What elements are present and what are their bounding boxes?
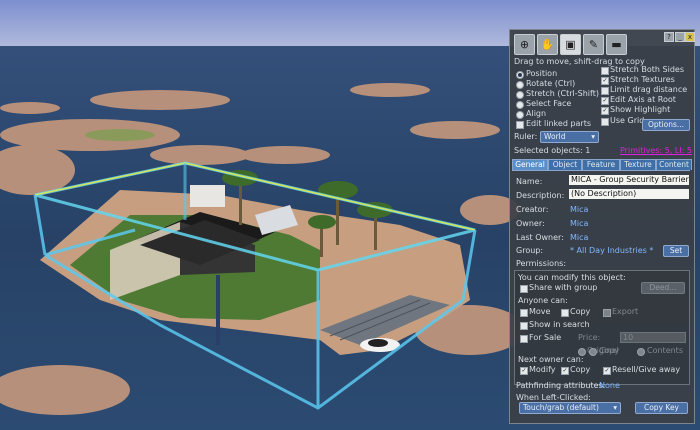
- group-link[interactable]: * All Day Industries *: [570, 246, 653, 255]
- for-sale-checkbox[interactable]: [520, 335, 528, 343]
- mode-rotate-radio[interactable]: [516, 81, 524, 89]
- mode-position-label: Position: [526, 69, 558, 78]
- owner-label: Owner:: [516, 219, 545, 228]
- tab-texture[interactable]: Texture: [620, 159, 656, 170]
- edit-axis-root-label: Edit Axis at Root: [610, 95, 676, 104]
- creator-link[interactable]: Mica: [570, 205, 588, 214]
- mode-select-face-label: Select Face: [526, 99, 572, 108]
- stretch-both-sides-checkbox[interactable]: [601, 67, 609, 75]
- description-field[interactable]: (No Description): [569, 189, 689, 199]
- name-label: Name:: [516, 177, 543, 186]
- small-hut: [190, 185, 225, 207]
- stretch-both-sides-label: Stretch Both Sides: [610, 65, 684, 74]
- show-in-search-label: Show in search: [529, 320, 590, 329]
- next-modify-label: Modify: [529, 365, 556, 374]
- tab-feature[interactable]: Feature: [582, 159, 620, 170]
- creator-label: Creator:: [516, 205, 549, 214]
- build-tools-floater: ⊕ ✋ ▣ ✎ ▬ ? _ x Drag to move, shift-drag…: [509, 29, 695, 424]
- tab-object[interactable]: Object: [548, 159, 582, 170]
- price-label: Price:: [578, 333, 601, 342]
- share-with-group-label: Share with group: [529, 283, 598, 292]
- stretch-textures-label: Stretch Textures: [610, 75, 675, 84]
- sale-contents-radio[interactable]: [637, 348, 645, 356]
- next-copy-checkbox[interactable]: ✓: [561, 367, 569, 375]
- tab-content[interactable]: Content: [656, 159, 692, 170]
- click-action-dropdown[interactable]: Touch/grab (default) ▾: [519, 402, 621, 414]
- can-modify-text: You can modify this object:: [518, 273, 626, 282]
- island-grass: [85, 129, 155, 141]
- create-wand-icon[interactable]: ✎: [583, 34, 604, 55]
- price-field[interactable]: 10: [620, 332, 686, 343]
- use-grid-checkbox[interactable]: [601, 118, 609, 126]
- tab-general[interactable]: General: [512, 159, 548, 170]
- anyone-export-checkbox[interactable]: [603, 309, 611, 317]
- anyone-copy-checkbox[interactable]: [561, 309, 569, 317]
- deed-button[interactable]: Deed...: [641, 282, 685, 294]
- name-field[interactable]: MICA - Group Security Barrier: [569, 175, 689, 185]
- lamp-post: [216, 275, 220, 345]
- show-highlight-checkbox[interactable]: ✓: [601, 107, 609, 115]
- land-bulldozer-icon[interactable]: ▬: [606, 34, 627, 55]
- stretch-textures-checkbox[interactable]: ✓: [601, 77, 609, 85]
- description-label: Description:: [516, 191, 565, 200]
- show-highlight-label: Show Highlight: [610, 105, 671, 114]
- mode-select-face-radio[interactable]: [516, 101, 524, 109]
- mode-align-radio[interactable]: [516, 111, 524, 119]
- edit-axis-root-checkbox[interactable]: ✓: [601, 97, 609, 105]
- copy-key-button[interactable]: Copy Key: [635, 402, 688, 414]
- edit-linked-checkbox[interactable]: [516, 121, 524, 129]
- permissions-label: Permissions:: [516, 259, 567, 268]
- pathfinding-value: None: [599, 381, 620, 390]
- mode-position-radio[interactable]: [516, 71, 524, 79]
- last-owner-label: Last Owner:: [516, 233, 564, 242]
- group-set-button[interactable]: Set: [663, 245, 689, 257]
- anyone-export-label: Export: [612, 307, 639, 316]
- anyone-can-label: Anyone can:: [518, 296, 568, 305]
- group-label: Group:: [516, 246, 544, 255]
- mode-stretch-radio[interactable]: [516, 91, 524, 99]
- pathfinding-label: Pathfinding attributes:: [516, 381, 606, 390]
- next-modify-checkbox[interactable]: ✓: [520, 367, 528, 375]
- next-resell-checkbox[interactable]: ✓: [603, 367, 611, 375]
- help-button[interactable]: ?: [664, 32, 674, 42]
- limit-drag-checkbox[interactable]: [601, 87, 609, 95]
- sale-copy-label: Copy: [599, 346, 620, 355]
- tab-divider: [512, 170, 690, 171]
- mode-stretch-label: Stretch (Ctrl-Shift): [526, 89, 599, 98]
- options-button[interactable]: Options...: [642, 119, 690, 131]
- primitives-link[interactable]: Primitives: 5, LI: 5: [620, 146, 692, 155]
- zoom-icon[interactable]: ⊕: [514, 34, 535, 55]
- show-in-search-checkbox[interactable]: [520, 322, 528, 330]
- use-grid-label: Use Grid: [610, 116, 645, 125]
- sale-copy-radio[interactable]: [589, 348, 597, 356]
- edit-linked-label: Edit linked parts: [526, 119, 592, 128]
- last-owner-link[interactable]: Mica: [570, 233, 588, 242]
- next-resell-label: Resell/Give away: [612, 365, 681, 374]
- next-owner-label: Next owner can:: [518, 355, 584, 364]
- owner-link[interactable]: Mica: [570, 219, 588, 228]
- share-with-group-checkbox[interactable]: [520, 285, 528, 293]
- anyone-move-checkbox[interactable]: [520, 309, 528, 317]
- minimize-button[interactable]: _: [675, 32, 685, 42]
- sale-contents-label: Contents: [647, 346, 683, 355]
- anyone-copy-label: Copy: [570, 307, 591, 316]
- ruler-label: Ruler:: [514, 132, 538, 141]
- ruler-dropdown[interactable]: World ▾: [540, 131, 599, 143]
- mode-align-label: Align: [526, 109, 547, 118]
- anyone-move-label: Move: [529, 307, 551, 316]
- grab-hand-icon[interactable]: ✋: [537, 34, 558, 55]
- mode-rotate-label: Rotate (Ctrl): [526, 79, 576, 88]
- selected-objects-count: Selected objects: 1: [514, 146, 591, 155]
- close-button[interactable]: x: [685, 32, 695, 42]
- next-copy-label: Copy: [570, 365, 591, 374]
- limit-drag-label: Limit drag distance: [610, 85, 688, 94]
- for-sale-label: For Sale: [529, 333, 562, 342]
- when-clicked-label: When Left-Clicked:: [516, 393, 591, 402]
- edit-cube-icon[interactable]: ▣: [560, 34, 581, 55]
